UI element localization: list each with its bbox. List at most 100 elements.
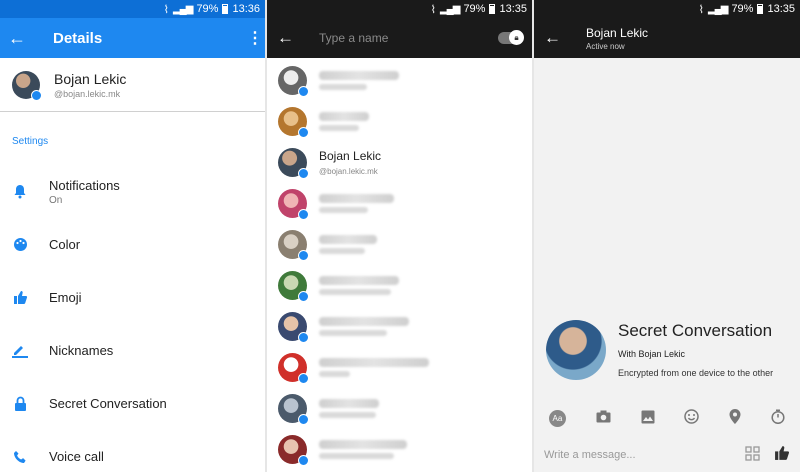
redacted-handle xyxy=(319,207,368,213)
avatar xyxy=(278,66,309,97)
timer-icon[interactable] xyxy=(771,409,785,427)
secret-lock-toggle[interactable]: 🔒︎ xyxy=(498,30,524,45)
avatar xyxy=(278,189,309,220)
messenger-badge-icon xyxy=(298,127,309,138)
text-format-icon[interactable]: Aa xyxy=(548,409,566,427)
contact-search-panel: ⌇ ▂▄▆ 79% 13:35 ← 🔒︎ Bojan Lekic @bojan.… xyxy=(267,0,532,472)
redacted-name xyxy=(319,358,429,367)
palette-icon xyxy=(12,237,28,253)
signal-icon: ▂▄▆ xyxy=(439,3,460,15)
contact-avatar xyxy=(546,320,606,380)
redacted-handle xyxy=(319,453,394,459)
contact-row[interactable] xyxy=(267,224,532,265)
avatar xyxy=(278,312,309,343)
lock-icon: 🔒︎ xyxy=(509,30,524,45)
secret-conversation-intro: Secret Conversation With Bojan Lekic Enc… xyxy=(546,320,788,380)
camera-icon[interactable] xyxy=(596,410,611,426)
setting-label: Voice call xyxy=(49,449,104,464)
message-composer xyxy=(534,437,800,472)
redacted-name xyxy=(319,194,394,203)
avatar xyxy=(278,148,309,179)
contact-row[interactable] xyxy=(267,388,532,429)
more-vert-icon[interactable]: ⋮ xyxy=(247,28,263,48)
battery-percent: 79% xyxy=(196,3,219,15)
status-bar: ⌇ ▂▄▆ 79% 13:36 xyxy=(0,0,265,18)
contact-row[interactable] xyxy=(267,101,532,142)
thumbs-up-icon xyxy=(12,290,28,306)
battery-icon xyxy=(489,4,496,14)
secret-title: Secret Conversation xyxy=(618,321,773,340)
contact-row[interactable] xyxy=(267,347,532,388)
avatar xyxy=(278,271,309,302)
setting-label: Nicknames xyxy=(49,343,114,358)
messenger-badge-icon xyxy=(298,291,309,302)
setting-label: Emoji xyxy=(49,290,82,305)
clock: 13:36 xyxy=(232,3,260,15)
gallery-icon[interactable] xyxy=(641,410,655,427)
qr-code-icon[interactable] xyxy=(745,445,760,464)
avatar xyxy=(12,70,42,101)
contact-row[interactable]: Bojan Lekic @bojan.lekic.mk xyxy=(267,142,532,183)
messenger-badge-icon xyxy=(298,332,309,343)
redacted-name xyxy=(319,440,407,449)
messenger-badge-icon xyxy=(298,373,309,384)
redacted-handle xyxy=(319,125,359,131)
redacted-handle xyxy=(319,412,376,418)
clock: 13:35 xyxy=(767,3,795,15)
clock: 13:35 xyxy=(499,3,527,15)
avatar xyxy=(278,435,309,466)
setting-voice-call[interactable]: Voice call xyxy=(0,430,265,472)
search-bar: ← 🔒︎ xyxy=(267,18,532,58)
setting-emoji[interactable]: Emoji xyxy=(0,271,265,324)
messenger-badge-icon xyxy=(298,414,309,425)
phone-icon xyxy=(12,449,28,465)
messenger-badge-icon xyxy=(298,250,309,261)
battery-percent: 79% xyxy=(463,3,486,15)
lock-icon xyxy=(12,396,28,412)
battery-icon xyxy=(757,4,764,14)
battery-percent: 79% xyxy=(731,3,754,15)
avatar xyxy=(278,230,309,261)
app-bar: ← Details ⋮ xyxy=(0,18,265,58)
presence-status: Active now xyxy=(586,41,625,51)
messenger-badge-icon xyxy=(298,168,309,179)
contact-row[interactable] xyxy=(267,183,532,224)
signal-icon: ▂▄▆ xyxy=(707,3,728,15)
contact-row[interactable] xyxy=(267,60,532,101)
contact-handle: @bojan.lekic.mk xyxy=(319,167,378,176)
thumbs-up-icon[interactable] xyxy=(774,445,790,465)
chat-title[interactable]: Bojan Lekic Active now xyxy=(586,26,648,51)
setting-notifications[interactable]: Notifications On xyxy=(0,165,265,218)
messenger-badge-icon xyxy=(298,86,309,97)
redacted-handle xyxy=(319,330,387,336)
location-icon[interactable] xyxy=(729,409,741,427)
contact-row[interactable] xyxy=(267,265,532,306)
chat-header: ← Bojan Lekic Active now xyxy=(534,18,800,58)
avatar xyxy=(278,107,309,138)
setting-secret-conversation[interactable]: Secret Conversation xyxy=(0,377,265,430)
contact-name: Bojan Lekic xyxy=(319,149,382,163)
page-title: Details xyxy=(53,29,103,47)
back-arrow-icon[interactable]: ← xyxy=(277,28,297,48)
setting-label: Color xyxy=(49,237,81,252)
contact-row[interactable] xyxy=(267,306,532,347)
contact-row[interactable] xyxy=(267,429,532,470)
back-arrow-icon[interactable]: ← xyxy=(8,28,28,49)
back-arrow-icon[interactable]: ← xyxy=(544,28,564,48)
redacted-handle xyxy=(319,371,350,377)
name-search-input[interactable] xyxy=(319,31,498,45)
bell-icon xyxy=(12,184,28,200)
message-input[interactable] xyxy=(544,448,745,461)
redacted-name xyxy=(319,71,399,80)
setting-nicknames[interactable]: Nicknames xyxy=(0,324,265,377)
emoji-icon[interactable] xyxy=(684,409,700,427)
details-panel: ⌇ ▂▄▆ 79% 13:36 ← Details ⋮ Bojan Lekic … xyxy=(0,0,265,472)
profile-handle: @bojan.lekic.mk xyxy=(54,88,121,99)
setting-color[interactable]: Color xyxy=(0,218,265,271)
profile-row[interactable]: Bojan Lekic @bojan.lekic.mk xyxy=(0,58,265,112)
messenger-badge-icon xyxy=(298,455,309,466)
redacted-handle xyxy=(319,248,366,254)
wifi-icon: ⌇ xyxy=(698,3,704,16)
wifi-icon: ⌇ xyxy=(163,3,169,16)
redacted-name xyxy=(319,276,399,285)
